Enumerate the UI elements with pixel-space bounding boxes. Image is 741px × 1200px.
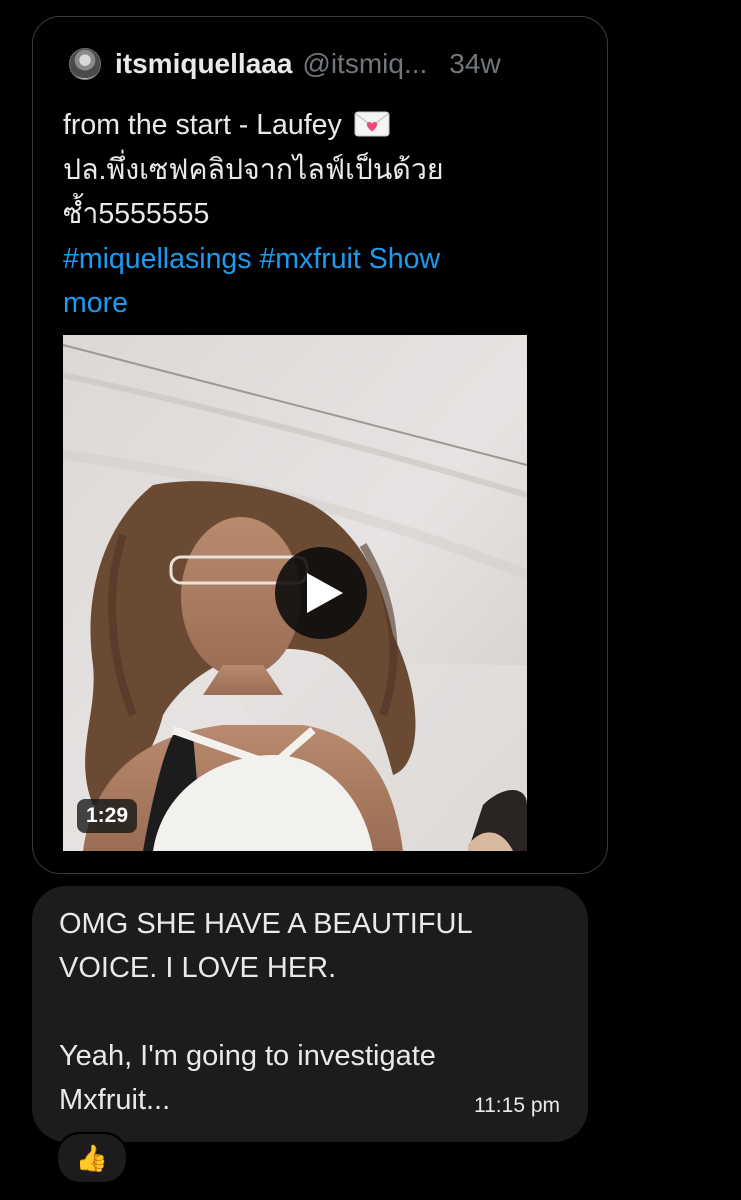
avatar[interactable] (69, 48, 101, 80)
tweet-text-line-2: ปล.พึ่งเซฟคลิปจากไลฟ์เป็นด้วย (63, 153, 444, 186)
show-more-link[interactable]: Show (369, 243, 440, 275)
play-icon (307, 573, 343, 613)
thumbs-up-icon: 👍 (75, 1143, 109, 1173)
message-bubble[interactable]: OMG SHE HAVE A BEAUTIFUL VOICE. I LOVE H… (32, 886, 588, 1142)
timestamp: 34w (449, 48, 501, 79)
tweet-text-line-3: ซ้ำ5555555 (63, 198, 210, 230)
play-button[interactable] (275, 547, 367, 639)
message-line: Yeah, I'm going to investigate (59, 1040, 436, 1072)
tweet-text-line-4: #miquellasings #mxfruit Show (63, 237, 583, 282)
reaction-pill[interactable]: 👍 (56, 1132, 128, 1184)
video-duration-badge: 1:29 (77, 799, 138, 833)
hashtag-link[interactable]: #miquellasings (63, 243, 252, 275)
handle[interactable]: @itsmiq... (302, 48, 427, 80)
video-thumbnail[interactable]: 1:29 (63, 335, 527, 851)
tweet-text-line-5: more (63, 281, 583, 326)
message-timestamp: 11:15 pm (474, 1094, 560, 1117)
tweet-header: itsmiquellaaa @itsmiq... 34w (69, 47, 501, 81)
message-text: OMG SHE HAVE A BEAUTIFUL VOICE. I LOVE H… (59, 902, 559, 1122)
tweet-text: from the start - Laufey ปล.พึ่งเซฟคลิปจา… (63, 103, 583, 326)
hashtag-link[interactable]: #mxfruit (259, 243, 360, 275)
show-more-link[interactable]: more (63, 287, 128, 319)
tweet-text-line: from the start - Laufey (63, 103, 583, 148)
display-name[interactable]: itsmiquellaaa (115, 48, 292, 80)
tweet-text-line-1: from the start - Laufey (63, 109, 342, 141)
message-line: OMG SHE HAVE A BEAUTIFUL (59, 908, 473, 940)
quoted-tweet-card[interactable]: itsmiquellaaa @itsmiq... 34w from the st… (32, 16, 608, 874)
message-line: VOICE. I LOVE HER. (59, 952, 337, 984)
love-letter-icon (354, 111, 390, 137)
